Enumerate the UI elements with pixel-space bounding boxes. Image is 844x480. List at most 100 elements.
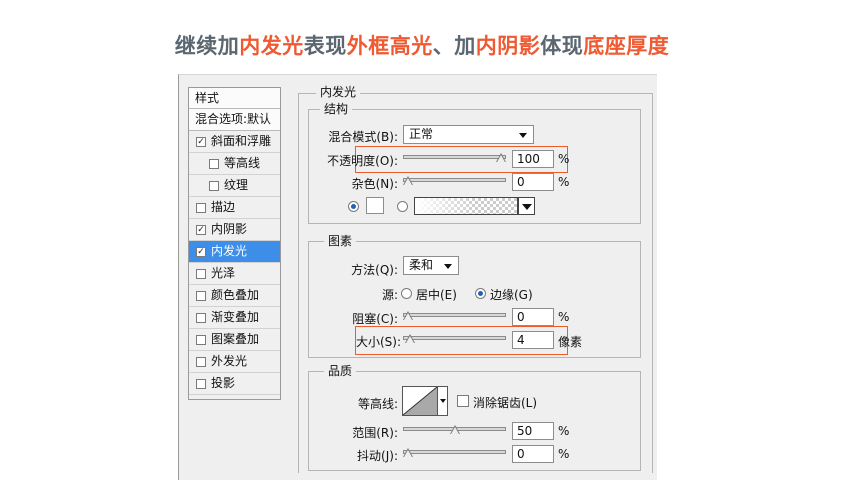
source-label: 源: [381,288,398,302]
style-checkbox[interactable] [196,312,206,323]
style-item-label: 图案叠加 [211,332,260,346]
glow-color-swatch[interactable] [366,197,384,214]
contour-label: 等高线: [357,397,398,411]
style-item[interactable]: ✓ 斜面和浮雕 [189,131,280,153]
method-label: 方法(Q): [351,263,398,277]
headline-emphasis: 内发光 [239,34,304,58]
gradient-dropdown-button[interactable] [518,197,535,215]
style-item[interactable]: 光泽 [189,263,280,285]
size-label: 大小(S): [356,335,402,349]
jitter-input[interactable]: 0 [512,445,554,463]
style-checkbox[interactable]: ✓ [196,136,206,147]
source-center-label[interactable]: 居中(E) [416,286,457,303]
style-item[interactable]: 外发光 [189,351,280,373]
style-checkbox[interactable] [196,356,206,367]
range-input[interactable]: 50 [512,422,554,440]
opacity-slider-thumb[interactable] [496,153,506,163]
style-item[interactable]: 描边 [189,197,280,219]
style-checkbox[interactable] [196,334,206,345]
choke-slider[interactable] [403,313,506,317]
style-checkbox[interactable]: ✓ [196,246,206,257]
style-checkbox[interactable] [209,180,219,191]
chevron-down-icon [519,133,527,138]
style-item-label: 斜面和浮雕 [211,134,272,148]
choke-slider-thumb[interactable] [403,311,413,321]
style-item[interactable]: 等高线 [189,153,280,175]
style-checkbox[interactable] [209,158,219,169]
contour-dropdown-button[interactable] [437,386,448,416]
method-select[interactable]: 柔和 [403,256,459,275]
style-item-label: 投影 [211,376,236,390]
source-edge-label[interactable]: 边缘(G) [490,286,533,303]
style-item-label: 描边 [211,200,236,214]
style-item[interactable]: 投影 [189,373,280,395]
style-checkbox[interactable] [196,378,206,389]
noise-slider[interactable] [403,178,506,182]
jitter-unit: % [558,447,570,461]
noise-input[interactable]: 0 [512,173,554,191]
jitter-label: 抖动(J): [357,449,398,463]
headline-emphasis: 外框高光 [346,34,433,58]
size-slider[interactable] [403,336,506,340]
size-unit: 像素 [558,335,583,349]
style-item-label: 纹理 [224,178,249,192]
gradient-picker[interactable] [414,197,518,215]
size-slider-thumb[interactable] [404,334,415,344]
inner-glow-title: 内发光 [316,85,361,99]
style-checkbox[interactable]: ✓ [196,224,206,235]
style-item[interactable]: ✓ 内阴影 [189,219,280,241]
style-checkbox[interactable] [196,202,206,213]
blend-mode-select[interactable]: 正常 [403,125,534,144]
noise-slider-thumb[interactable] [403,176,413,186]
blend-options-item[interactable]: 混合选项:默认 [189,109,280,131]
range-label: 范围(R): [352,426,398,440]
opacity-unit: % [558,152,570,166]
blend-mode-value: 正常 [409,127,434,141]
headline-emphasis: 底座厚度 [583,34,670,58]
quality-title: 品质 [324,364,357,378]
range-unit: % [558,424,570,438]
method-value: 柔和 [409,258,434,272]
styles-header[interactable]: 样式 [189,88,280,109]
style-checkbox[interactable] [196,268,206,279]
jitter-slider-thumb[interactable] [403,448,413,458]
headline: 继续加内发光表现外框高光、加内阴影体现底座厚度 [0,30,844,60]
style-item-label: 外发光 [211,354,248,368]
style-checkbox[interactable] [196,290,206,301]
headline-part: 表现 [303,34,347,58]
style-item[interactable]: 颜色叠加 [189,285,280,307]
choke-label: 阻塞(C): [352,312,398,326]
noise-label: 杂色(N): [351,177,398,191]
choke-unit: % [558,310,570,324]
opacity-label: 不透明度(O): [327,154,398,168]
source-center-radio[interactable] [401,288,412,299]
headline-part: 继续加 [174,34,240,58]
style-item-label: 颜色叠加 [211,288,260,302]
style-item[interactable]: 渐变叠加 [189,307,280,329]
style-item-label: 内阴影 [211,222,248,236]
style-item-label: 光泽 [211,266,236,280]
choke-input[interactable]: 0 [512,308,554,326]
antialias-label[interactable]: 消除锯齿(L) [473,394,537,411]
solid-color-radio[interactable] [348,201,359,212]
style-item[interactable]: 纹理 [189,175,280,197]
styles-list: 样式 混合选项:默认 ✓ 斜面和浮雕等高线纹理描边 ✓ 内阴影 ✓ 内发光光泽颜色叠加渐变… [188,87,281,400]
style-item-label: 渐变叠加 [211,310,260,324]
size-input[interactable]: 4 [512,331,554,349]
contour-preview[interactable] [402,386,438,416]
gradient-fade [415,198,477,214]
source-edge-radio[interactable] [475,288,486,299]
opacity-input[interactable]: 100 [512,150,554,168]
style-item[interactable]: ✓ 内发光 [189,241,280,263]
range-slider-thumb[interactable] [449,425,460,435]
headline-emphasis: 内阴影 [475,34,541,58]
antialias-checkbox[interactable] [457,395,469,407]
contour-curve-icon [402,386,438,416]
elements-title: 图素 [324,234,357,248]
style-item[interactable]: 图案叠加 [189,329,280,351]
gradient-radio[interactable] [397,201,408,212]
jitter-slider[interactable] [403,450,506,454]
opacity-slider[interactable] [403,155,506,159]
noise-unit: % [558,175,570,189]
style-item-label: 等高线 [224,156,261,170]
